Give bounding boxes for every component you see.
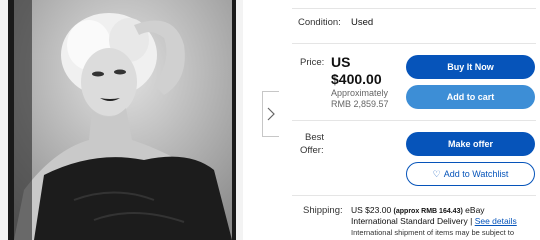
- buy-it-now-button[interactable]: Buy It Now: [406, 55, 535, 79]
- best-offer-label-line1: Best: [305, 132, 325, 143]
- add-to-watchlist-button[interactable]: ♡ Add to Watchlist: [406, 162, 535, 186]
- listing-details-panel: Condition: Used Price: US $400.00 Approx…: [292, 0, 540, 240]
- divider: [292, 43, 536, 44]
- shipping-cost-approx: (approx RMB 164.43): [393, 208, 463, 215]
- price-label: Price:: [300, 57, 325, 68]
- shipping-note: International shipment of items may be s…: [351, 228, 515, 237]
- condition-label: Condition:: [298, 17, 341, 28]
- shipping-carrier-line: International Standard Delivery | See de…: [351, 216, 517, 226]
- divider: [292, 195, 536, 196]
- add-to-watchlist-label: Add to Watchlist: [443, 169, 509, 179]
- shipping-cost-line: US $23.00 (approx RMB 164.43) eBay: [351, 205, 485, 215]
- product-image-area: [0, 0, 243, 240]
- price-currency: US: [331, 54, 351, 70]
- product-photo[interactable]: [8, 0, 236, 240]
- shipping-carrier-prefix: eBay: [465, 205, 485, 215]
- price-approx-value: RMB 2,859.57: [331, 99, 389, 109]
- shipping-separator: |: [470, 216, 473, 226]
- make-offer-button[interactable]: Make offer: [406, 132, 535, 156]
- shipping-label: Shipping:: [303, 205, 343, 216]
- shipping-carrier: International Standard Delivery: [351, 216, 468, 226]
- price-approx-label: Approximately: [331, 88, 389, 98]
- best-offer-label-line2: Offer:: [300, 145, 324, 156]
- price-amount: $400.00: [331, 71, 382, 87]
- see-details-link[interactable]: See details: [475, 216, 517, 226]
- shipping-cost: US $23.00: [351, 205, 392, 215]
- divider: [292, 120, 536, 121]
- heart-icon: ♡: [432, 168, 441, 179]
- condition-value: Used: [351, 17, 374, 28]
- add-to-cart-button[interactable]: Add to cart: [406, 85, 535, 109]
- next-image-button[interactable]: [262, 91, 279, 137]
- portrait-illustration: [14, 0, 232, 240]
- chevron-right-icon: [267, 107, 275, 121]
- divider: [292, 8, 536, 9]
